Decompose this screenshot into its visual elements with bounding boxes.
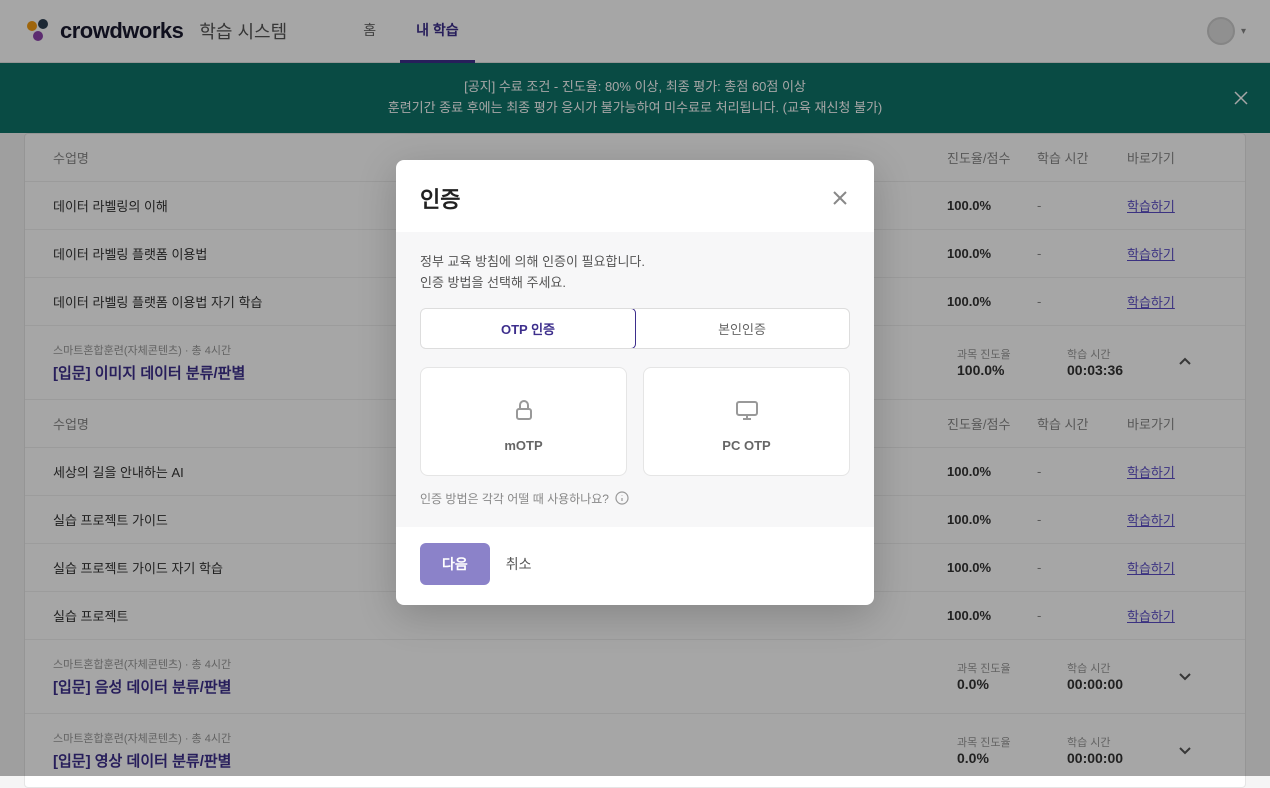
help-text[interactable]: 인증 방법은 각각 어떨 때 사용하나요?	[420, 490, 850, 507]
help-label: 인증 방법은 각각 어떨 때 사용하나요?	[420, 490, 609, 507]
monitor-icon	[656, 396, 837, 424]
tab-otp[interactable]: OTP 인증	[420, 308, 636, 349]
cancel-button[interactable]: 취소	[506, 554, 532, 574]
modal-description: 정부 교육 방침에 의해 인증이 필요합니다. 인증 방법을 선택해 주세요.	[420, 252, 850, 294]
info-icon	[615, 491, 629, 505]
lock-icon	[433, 396, 614, 424]
auth-method-tabs: OTP 인증 본인인증	[420, 308, 850, 349]
modal-body: 정부 교육 방침에 의해 인증이 필요합니다. 인증 방법을 선택해 주세요. …	[396, 232, 874, 527]
option-pcotp-label: PC OTP	[656, 438, 837, 453]
next-button[interactable]: 다음	[420, 543, 490, 585]
option-pcotp[interactable]: PC OTP	[643, 367, 850, 476]
tab-self-auth[interactable]: 본인인증	[635, 309, 849, 348]
option-motp[interactable]: mOTP	[420, 367, 627, 476]
modal-desc-line1: 정부 교육 방침에 의해 인증이 필요합니다.	[420, 252, 850, 273]
modal-title: 인증	[420, 182, 460, 214]
modal-footer: 다음 취소	[396, 527, 874, 605]
option-motp-label: mOTP	[433, 438, 614, 453]
modal-header: 인증	[396, 160, 874, 232]
modal-desc-line2: 인증 방법을 선택해 주세요.	[420, 273, 850, 294]
close-icon[interactable]	[830, 188, 850, 208]
modal-overlay: 인증 정부 교육 방침에 의해 인증이 필요합니다. 인증 방법을 선택해 주세…	[0, 0, 1270, 776]
auth-modal: 인증 정부 교육 방침에 의해 인증이 필요합니다. 인증 방법을 선택해 주세…	[396, 160, 874, 605]
otp-options: mOTP PC OTP	[420, 367, 850, 476]
